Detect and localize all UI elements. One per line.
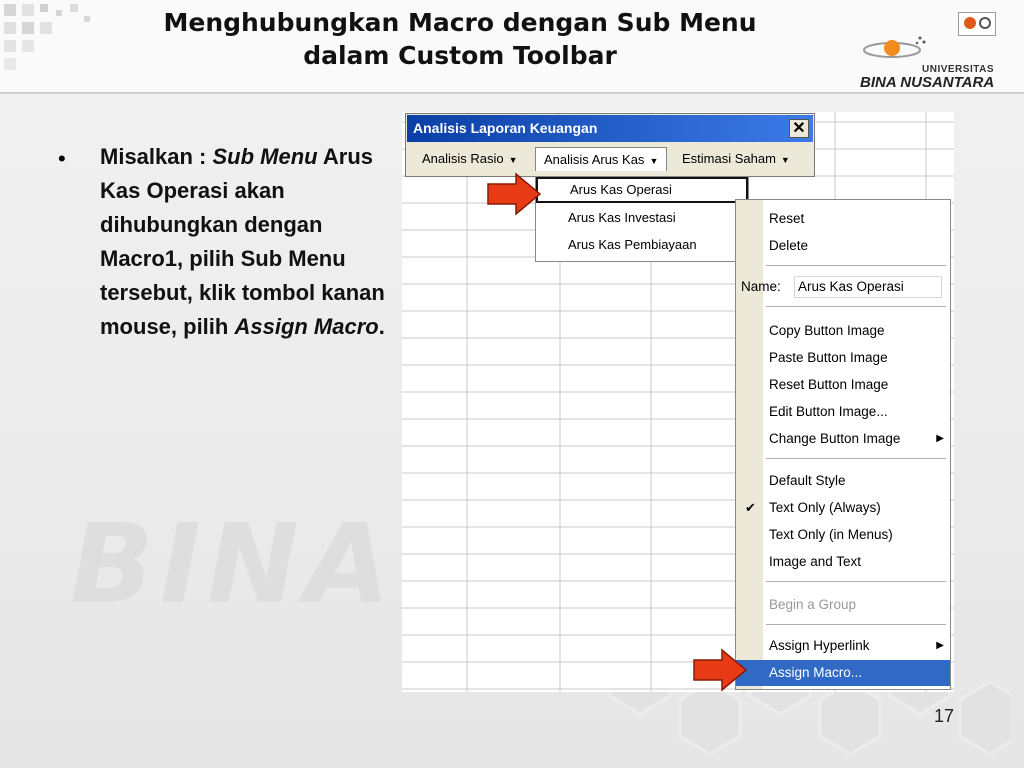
ctx-name-label: Name: (741, 279, 781, 294)
bullet-dot-icon: • (58, 146, 66, 171)
bullet-text-italic: Sub Menu (212, 144, 318, 169)
ctx-reset-button-image[interactable]: Reset Button Image (736, 372, 950, 398)
swoosh-icon (863, 36, 926, 58)
menu-estimasi-saham[interactable]: Estimasi Saham ▼ (674, 147, 798, 171)
badge-icon (958, 12, 996, 36)
ctx-separator (766, 624, 946, 625)
submenu-arus-kas: Arus Kas Operasi Arus Kas Investasi Arus… (535, 176, 749, 262)
submenu-arrow-icon: ▶ (936, 433, 944, 444)
bullet-text-part: Arus Kas Operasi akan dihubungkan dengan… (100, 144, 385, 339)
ctx-edit-button-image[interactable]: Edit Button Image... (736, 399, 950, 425)
ctx-paste-button-image[interactable]: Paste Button Image (736, 345, 950, 371)
ctx-change-button-image[interactable]: Change Button Image ▶ (736, 426, 950, 452)
ctx-separator (766, 265, 946, 266)
bullet-text-part: Misalkan : (100, 144, 213, 169)
ctx-text-only-menus[interactable]: Text Only (in Menus) (736, 522, 950, 548)
decorative-squares (0, 0, 120, 80)
caret-down-icon: ▼ (649, 155, 659, 166)
slide: Menghubungkan Macro dengan Sub Menu dala… (0, 0, 1024, 768)
ctx-text-only-always[interactable]: ✔ Text Only (Always) (736, 495, 950, 521)
checkmark-icon: ✔ (745, 500, 756, 515)
ctx-image-and-text[interactable]: Image and Text (736, 549, 950, 575)
caret-down-icon: ▼ (780, 154, 790, 165)
ctx-copy-button-image[interactable]: Copy Button Image (736, 318, 950, 344)
slide-title: Menghubungkan Macro dengan Sub Menu dala… (110, 6, 810, 72)
submenu-arrow-icon: ▶ (936, 640, 944, 651)
caret-down-icon: ▼ (508, 154, 518, 165)
ctx-default-style[interactable]: Default Style (736, 468, 950, 494)
toolbar-title: Analisis Laporan Keuangan (413, 120, 598, 136)
close-button[interactable]: ✕ (789, 119, 809, 138)
ctx-begin-a-group: Begin a Group (769, 597, 857, 612)
submenu-item-arus-kas-pembiayaan[interactable]: Arus Kas Pembiayaan (536, 232, 748, 258)
bullet-text-part: . (378, 314, 385, 339)
header-divider (0, 92, 1024, 94)
menu-label: Estimasi Saham (682, 151, 776, 166)
ctx-name-input[interactable]: Arus Kas Operasi (794, 276, 942, 298)
bullet-text: Misalkan : Sub Menu Arus Kas Operasi aka… (100, 140, 390, 344)
bullet-text-italic: Assign Macro (234, 314, 379, 339)
ctx-item-label: Change Button Image (769, 431, 901, 446)
ctx-separator (766, 306, 946, 307)
ctx-separator (766, 458, 946, 459)
logo-name-text: BINA NUSANTARA (860, 74, 995, 91)
menu-label: Analisis Arus Kas (544, 152, 645, 167)
custom-toolbar: Analisis Laporan Keuangan ✕ Analisis Ras… (405, 113, 815, 177)
ctx-separator (766, 581, 946, 582)
ctx-assign-macro[interactable]: Assign Macro... (736, 660, 950, 686)
ctx-item-label: Assign Hyperlink (769, 638, 870, 653)
menu-analisis-arus-kas[interactable]: Analisis Arus Kas ▼ (535, 147, 668, 171)
ctx-assign-hyperlink[interactable]: Assign Hyperlink ▶ (736, 633, 950, 659)
menu-analisis-rasio[interactable]: Analisis Rasio ▼ (414, 147, 526, 171)
red-arrow-icon (487, 172, 542, 216)
ctx-item-label: Text Only (Always) (769, 500, 881, 515)
red-arrow-icon (693, 648, 748, 692)
toolbar-title-bar[interactable]: Analisis Laporan Keuangan ✕ (407, 115, 813, 142)
ctx-reset[interactable]: Reset (736, 206, 950, 232)
page-number: 17 (934, 706, 955, 726)
submenu-item-arus-kas-investasi[interactable]: Arus Kas Investasi (536, 205, 748, 231)
submenu-item-arus-kas-operasi[interactable]: Arus Kas Operasi (536, 177, 748, 203)
menu-label: Analisis Rasio (422, 151, 504, 166)
university-logo: UNIVERSITAS BINA NUSANTARA (858, 8, 1008, 92)
context-menu: Reset Delete Name: Arus Kas Operasi Copy… (735, 199, 951, 690)
slide-title-line2: dalam Custom Toolbar (303, 41, 617, 70)
ctx-delete[interactable]: Delete (736, 233, 950, 259)
slide-title-line1: Menghubungkan Macro dengan Sub Menu (163, 8, 757, 37)
